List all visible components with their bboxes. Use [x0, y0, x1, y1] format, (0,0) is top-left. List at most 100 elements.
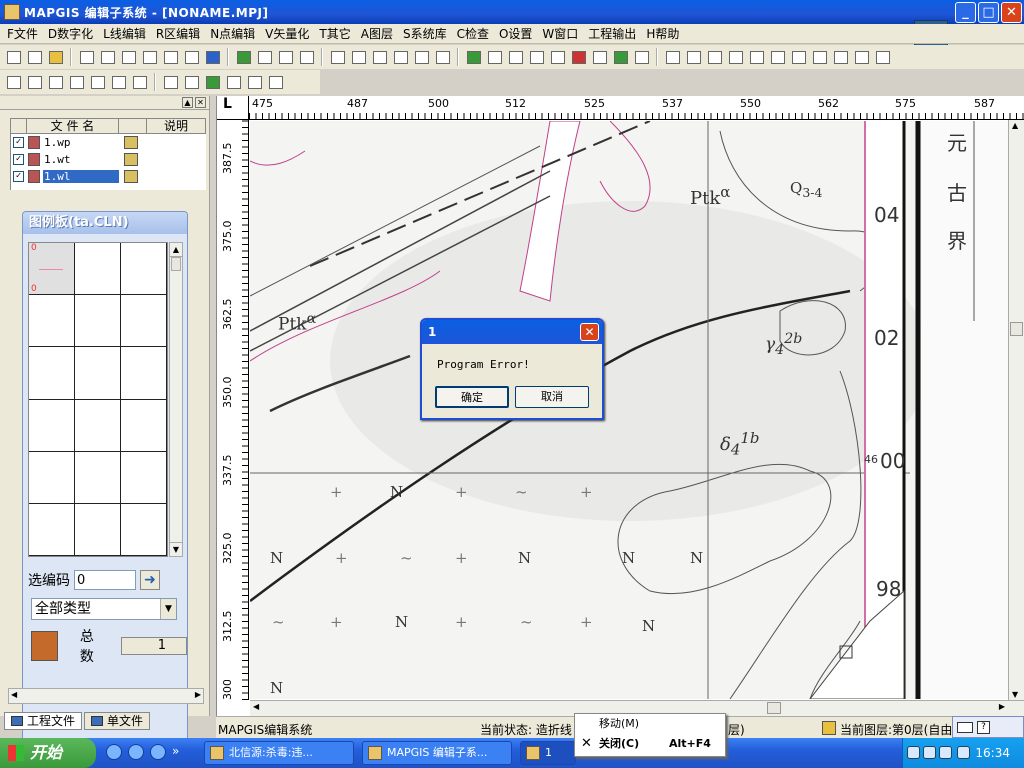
clock[interactable]: 16:34	[975, 746, 1010, 760]
menu-window[interactable]: W窗口	[537, 24, 583, 44]
file-description-column-header[interactable]: 说明	[147, 119, 205, 133]
help-icon[interactable]: ?	[977, 720, 990, 734]
actual-size-icon[interactable]	[46, 73, 65, 92]
point-copy-icon[interactable]	[297, 48, 316, 67]
open-file-icon[interactable]	[25, 48, 44, 67]
security-icon[interactable]	[957, 746, 970, 759]
panel-close-icon[interactable]: ✕	[195, 97, 206, 108]
vector-attribute-icon[interactable]	[810, 48, 829, 67]
media-icon[interactable]	[128, 744, 144, 760]
dialog-close-icon[interactable]: ✕	[580, 323, 599, 341]
legend-cell[interactable]	[75, 503, 121, 556]
region-merge-icon[interactable]	[527, 48, 546, 67]
menu-other[interactable]: T其它	[314, 24, 355, 44]
menu-line-edit[interactable]: L线编辑	[98, 24, 151, 44]
display-region-icon[interactable]	[203, 73, 222, 92]
line-delete-icon[interactable]	[433, 48, 452, 67]
taskbar-item-antivirus[interactable]: 北信源:杀毒:违...	[204, 741, 354, 765]
legend-cell[interactable]	[29, 451, 75, 504]
scroll-up-icon[interactable]: ▲	[1012, 121, 1018, 130]
help-pointer-icon[interactable]	[161, 48, 180, 67]
close-button[interactable]: ✕	[1001, 2, 1022, 23]
legend-cell[interactable]	[29, 399, 75, 452]
line-input-icon[interactable]	[328, 48, 347, 67]
legend-cell[interactable]	[75, 347, 121, 400]
save-all-icon[interactable]	[119, 48, 138, 67]
file-row-wl[interactable]: ✓ 1.wl	[11, 168, 206, 185]
region-input-icon[interactable]	[464, 48, 483, 67]
display-point-icon[interactable]	[161, 73, 180, 92]
menu-point-edit[interactable]: N点编辑	[205, 24, 260, 44]
legend-cell[interactable]	[75, 399, 121, 452]
region-grid-icon[interactable]	[590, 48, 609, 67]
scroll-right-icon[interactable]: ▶	[195, 690, 201, 699]
line-parameter-icon[interactable]	[391, 48, 410, 67]
point-edit-icon[interactable]	[255, 48, 274, 67]
file-symbol-column-header[interactable]	[119, 119, 147, 133]
cancel-button[interactable]: 取消	[515, 386, 589, 408]
map-vertical-scrollbar[interactable]: ▲ ▼	[1008, 120, 1024, 700]
legend-cell[interactable]	[75, 243, 121, 296]
vector-extend-icon[interactable]	[768, 48, 787, 67]
vector-select-icon[interactable]	[852, 48, 871, 67]
display-line-icon[interactable]	[182, 73, 201, 92]
tray-arrow-icon[interactable]	[907, 746, 920, 759]
menu-digitize[interactable]: D数字化	[43, 24, 98, 44]
file-edit-state-icon[interactable]	[124, 153, 138, 166]
menu-item-close[interactable]: ✕ 关闭(C) Alt+F4	[575, 734, 725, 754]
legend-cell[interactable]	[121, 399, 167, 452]
region-split-icon[interactable]	[506, 48, 525, 67]
scroll-down-icon[interactable]: ▼	[1012, 690, 1018, 699]
file-visible-checkbox[interactable]: ✓	[13, 171, 24, 182]
chevron-down-icon[interactable]: ▼	[160, 599, 176, 619]
vector-join-icon[interactable]	[726, 48, 745, 67]
monitor-icon[interactable]	[939, 746, 952, 759]
display-refresh-icon[interactable]	[266, 73, 285, 92]
vector-cut-icon[interactable]	[705, 48, 724, 67]
scroll-right-icon[interactable]: ▶	[999, 702, 1005, 711]
scroll-up-icon[interactable]: ▲	[170, 243, 182, 257]
swallow-icon[interactable]	[203, 48, 222, 67]
panel-collapse-icon[interactable]: ▲	[182, 97, 193, 108]
ok-button[interactable]: 确定	[435, 386, 509, 408]
menu-vectorize[interactable]: V矢量化	[260, 24, 314, 44]
taskbar-item-dialog[interactable]: 1	[520, 741, 576, 765]
menu-settings[interactable]: O设置	[494, 24, 537, 44]
line-move-icon[interactable]	[412, 48, 431, 67]
vector-pen-icon[interactable]	[663, 48, 682, 67]
file-edit-state-icon[interactable]	[124, 170, 138, 183]
region-fill-icon[interactable]	[569, 48, 588, 67]
vector-break-icon[interactable]	[873, 48, 892, 67]
region-cut-icon[interactable]	[548, 48, 567, 67]
region-edit-icon[interactable]	[485, 48, 504, 67]
file-name-column-header[interactable]: 文 件 名	[27, 119, 119, 133]
legend-scrollbar[interactable]: ▲ ▼	[169, 242, 183, 557]
menu-check[interactable]: C检查	[452, 24, 494, 44]
maximize-button[interactable]: □	[978, 2, 999, 23]
legend-cell[interactable]	[29, 295, 75, 348]
menu-project-output[interactable]: 工程输出	[583, 24, 641, 44]
scroll-down-icon[interactable]: ▼	[170, 542, 182, 556]
line-edit-icon[interactable]	[349, 48, 368, 67]
vector-trace-icon[interactable]	[684, 48, 703, 67]
start-button[interactable]: 开始	[0, 738, 96, 768]
vector-edit-icon[interactable]	[789, 48, 808, 67]
legend-cell-line[interactable]: 0 0	[29, 243, 75, 296]
display-attribute-icon[interactable]	[245, 73, 264, 92]
save-as-icon[interactable]	[98, 48, 117, 67]
legend-cell[interactable]	[29, 503, 75, 556]
pointer-icon[interactable]	[109, 73, 128, 92]
taskbar-item-mapgis[interactable]: MAPGIS 编辑子系...	[362, 741, 512, 765]
ie-browser-icon[interactable]	[106, 744, 122, 760]
line-copy-icon[interactable]	[370, 48, 389, 67]
legend-cell[interactable]	[121, 243, 167, 296]
show-desktop-icon[interactable]	[150, 744, 166, 760]
scroll-thumb[interactable]	[767, 702, 781, 714]
fit-window-icon[interactable]	[130, 73, 149, 92]
legend-cell[interactable]	[121, 295, 167, 348]
point-move-icon[interactable]	[276, 48, 295, 67]
type-select[interactable]: 全部类型 ▼	[31, 598, 177, 620]
open-folder-icon[interactable]	[46, 48, 65, 67]
pan-hand-icon[interactable]	[67, 73, 86, 92]
print-icon[interactable]	[182, 48, 201, 67]
